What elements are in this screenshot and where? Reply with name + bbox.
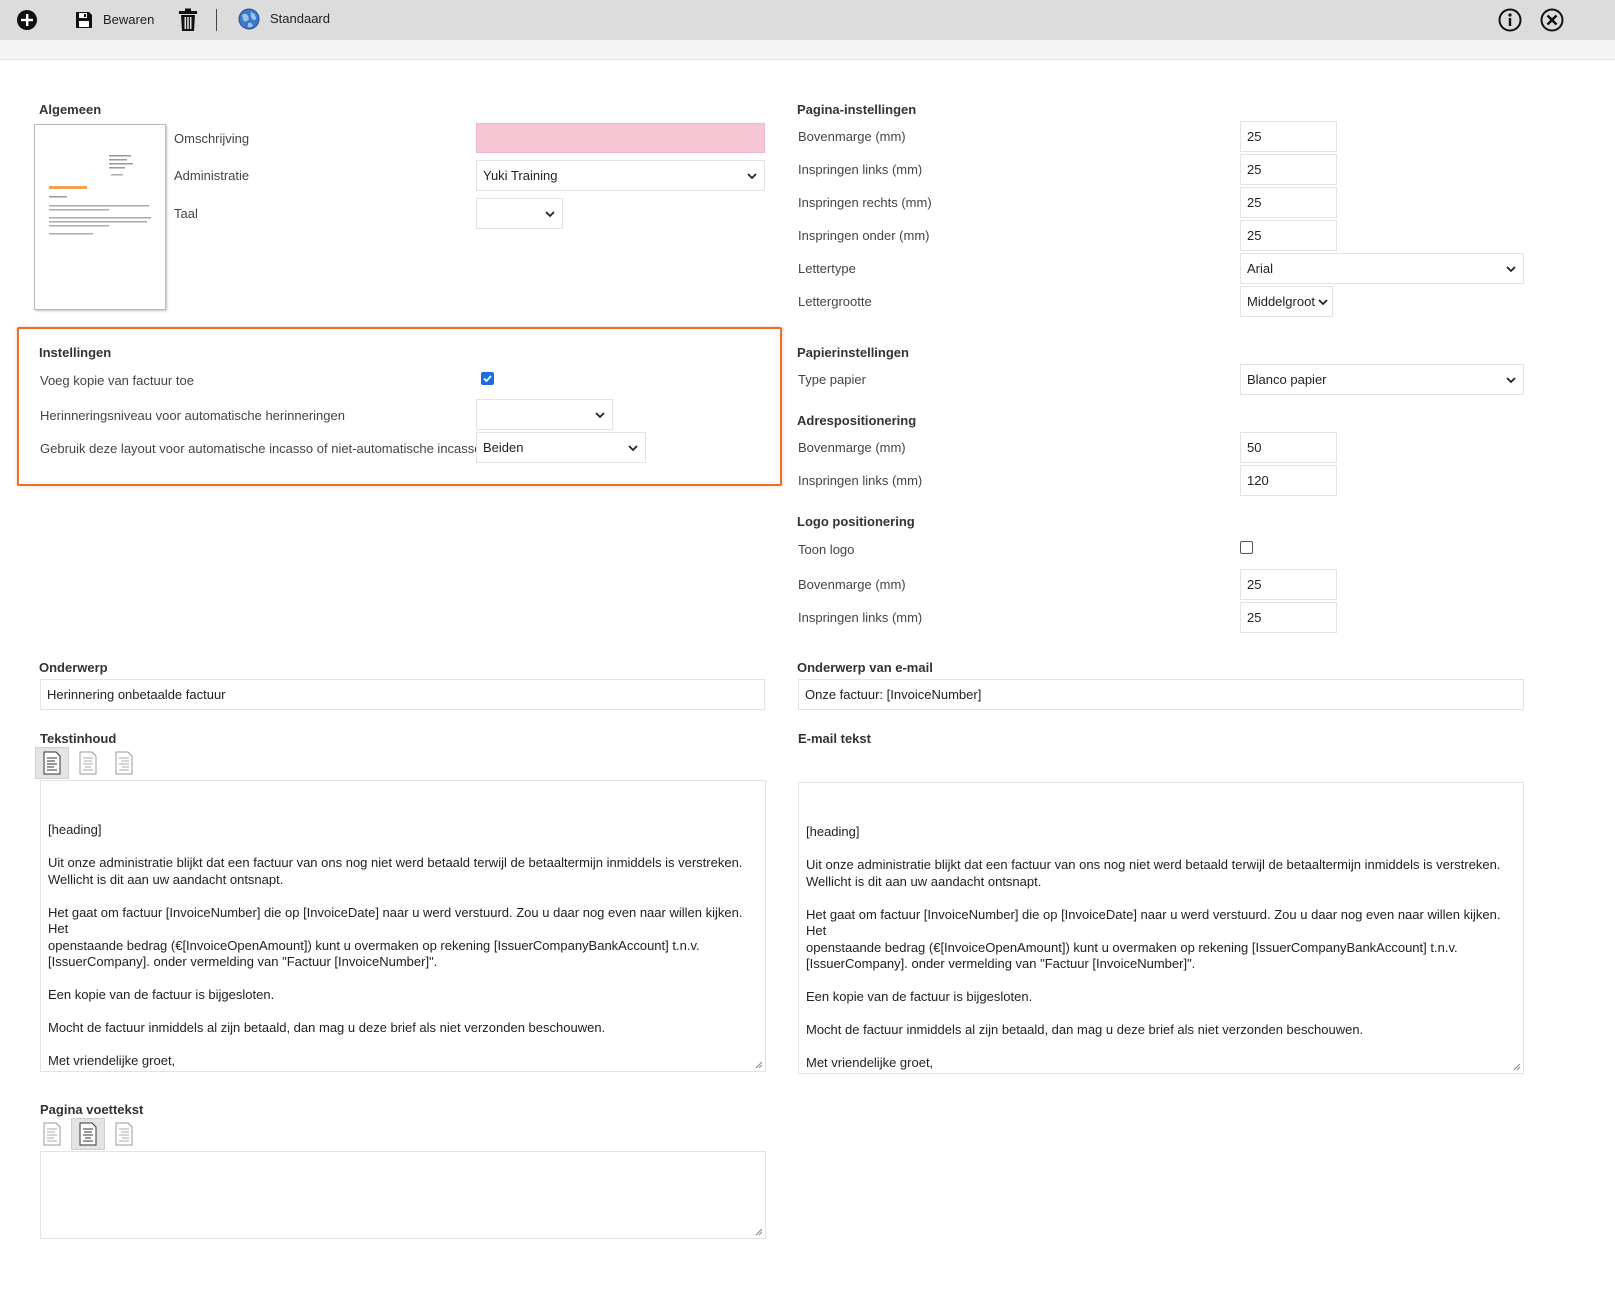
chevron-down-icon	[628, 444, 638, 451]
resize-handle-icon[interactable]	[755, 1061, 763, 1069]
section-title-onderwerp: Onderwerp	[39, 660, 108, 675]
inspringen-onder-label: Inspringen onder (mm)	[798, 228, 930, 243]
adres-inspringen-links-input[interactable]: 120	[1240, 465, 1337, 496]
lettertype-value: Arial	[1247, 261, 1274, 276]
resize-handle-icon[interactable]	[1513, 1063, 1521, 1071]
footer-align-right-button[interactable]	[107, 1118, 141, 1150]
chevron-down-icon	[595, 411, 605, 418]
chevron-down-icon	[1506, 265, 1516, 272]
chevron-down-icon	[747, 172, 757, 179]
chevron-down-icon	[1318, 298, 1328, 305]
floppy-disk-icon	[75, 11, 93, 29]
toon-logo-label: Toon logo	[798, 542, 855, 557]
section-title-pagina-instellingen: Pagina-instellingen	[797, 102, 917, 117]
chevron-down-icon	[545, 210, 555, 217]
section-title-onderwerp-email: Onderwerp van e-mail	[797, 660, 933, 675]
footer-align-center-button[interactable]	[71, 1118, 105, 1150]
bovenmarge-label: Bovenmarge (mm)	[798, 129, 906, 144]
section-title-algemeen: Algemeen	[39, 102, 102, 117]
checkmark-icon	[483, 375, 492, 383]
default-button[interactable]: Standaard	[238, 7, 338, 31]
resize-handle-icon[interactable]	[755, 1228, 763, 1236]
inspringen-links-label: Inspringen links (mm)	[798, 162, 923, 177]
taal-select[interactable]	[476, 198, 563, 229]
inspringen-links-input[interactable]: 25	[1240, 154, 1337, 185]
logo-bovenmarge-input[interactable]: 25	[1240, 569, 1337, 600]
section-title-papierinstellingen: Papierinstellingen	[797, 345, 909, 360]
administratie-select[interactable]: Yuki Training	[476, 160, 765, 191]
adres-bovenmarge-label: Bovenmarge (mm)	[798, 440, 906, 455]
type-papier-select[interactable]: Blanco papier	[1240, 364, 1524, 395]
subheader-bar	[0, 40, 1615, 60]
globe-icon	[238, 8, 260, 30]
section-title-adrespositionering: Adrespositionering	[797, 413, 917, 428]
voettekst-textarea[interactable]	[40, 1151, 766, 1239]
adres-bovenmarge-input[interactable]: 50	[1240, 432, 1337, 463]
align-right-button[interactable]	[107, 747, 141, 779]
save-label: Bewaren	[103, 12, 155, 27]
inspringen-rechts-label: Inspringen rechts (mm)	[798, 195, 932, 210]
section-title-tekstinhoud: Tekstinhoud	[40, 731, 117, 746]
email-tekst-text: [heading] Uit onze administratie blijkt …	[806, 824, 1501, 1070]
align-center-icon	[79, 751, 97, 775]
herinneringsniveau-select[interactable]	[476, 399, 613, 430]
kopie-factuur-label: Voeg kopie van factuur toe	[40, 373, 194, 388]
administratie-label: Administratie	[174, 168, 250, 183]
inspringen-rechts-input[interactable]: 25	[1240, 187, 1337, 218]
chevron-down-icon	[1506, 376, 1516, 383]
align-left-button[interactable]	[35, 747, 69, 779]
type-papier-label: Type papier	[798, 372, 866, 387]
lettergrootte-select[interactable]: Middelgroot	[1240, 286, 1333, 317]
inspringen-onder-input[interactable]: 25	[1240, 220, 1337, 251]
incasso-value: Beiden	[483, 440, 524, 455]
info-circle-icon[interactable]	[1498, 8, 1522, 32]
onderwerp-email-input[interactable]: Onze factuur: [InvoiceNumber]	[798, 679, 1524, 710]
logo-inspringen-links-input[interactable]: 25	[1240, 602, 1337, 633]
lettergrootte-label: Lettergrootte	[798, 294, 872, 309]
tekstinhoud-textarea[interactable]: [heading] Uit onze administratie blijkt …	[40, 780, 766, 1072]
administratie-value: Yuki Training	[483, 168, 558, 183]
align-center-icon	[79, 1122, 97, 1146]
tekstinhoud-text: [heading] Uit onze administratie blijkt …	[48, 822, 743, 1068]
lettergrootte-value: Middelgroot	[1247, 294, 1315, 309]
bovenmarge-input[interactable]: 25	[1240, 121, 1337, 152]
section-title-instellingen: Instellingen	[39, 345, 112, 360]
kopie-factuur-checkbox[interactable]	[481, 372, 494, 385]
footer-align-left-button[interactable]	[35, 1118, 69, 1150]
adres-inspringen-links-label: Inspringen links (mm)	[798, 473, 923, 488]
lettertype-label: Lettertype	[798, 261, 856, 276]
omschrijving-label: Omschrijving	[174, 131, 250, 146]
save-button[interactable]: Bewaren	[75, 9, 160, 31]
incasso-label: Gebruik deze layout voor automatische in…	[40, 441, 489, 456]
align-center-button[interactable]	[71, 747, 105, 779]
align-right-icon	[115, 1122, 133, 1146]
logo-bovenmarge-label: Bovenmarge (mm)	[798, 577, 906, 592]
incasso-select[interactable]: Beiden	[476, 432, 646, 463]
plus-circle-icon[interactable]	[16, 9, 38, 31]
taal-label: Taal	[174, 206, 198, 221]
section-title-logo-positionering: Logo positionering	[797, 514, 915, 529]
toolbar-separator	[216, 9, 217, 31]
section-title-email-tekst: E-mail tekst	[798, 731, 871, 746]
align-left-icon	[43, 751, 61, 775]
logo-inspringen-links-label: Inspringen links (mm)	[798, 610, 923, 625]
onderwerp-input[interactable]: Herinnering onbetaalde factuur	[40, 679, 765, 710]
lettertype-select[interactable]: Arial	[1240, 253, 1524, 284]
type-papier-value: Blanco papier	[1247, 372, 1327, 387]
close-circle-icon[interactable]	[1540, 8, 1564, 32]
layout-preview-thumbnail	[34, 124, 166, 310]
omschrijving-input[interactable]	[476, 123, 765, 153]
default-label: Standaard	[270, 11, 330, 26]
trash-icon[interactable]	[178, 8, 198, 32]
toon-logo-checkbox[interactable]	[1240, 541, 1253, 554]
align-right-icon	[115, 751, 133, 775]
email-tekst-textarea[interactable]: [heading] Uit onze administratie blijkt …	[798, 782, 1524, 1074]
align-left-icon	[43, 1122, 61, 1146]
herinneringsniveau-label: Herinneringsniveau voor automatische her…	[40, 408, 345, 423]
section-title-pagina-voettekst: Pagina voettekst	[40, 1102, 144, 1117]
